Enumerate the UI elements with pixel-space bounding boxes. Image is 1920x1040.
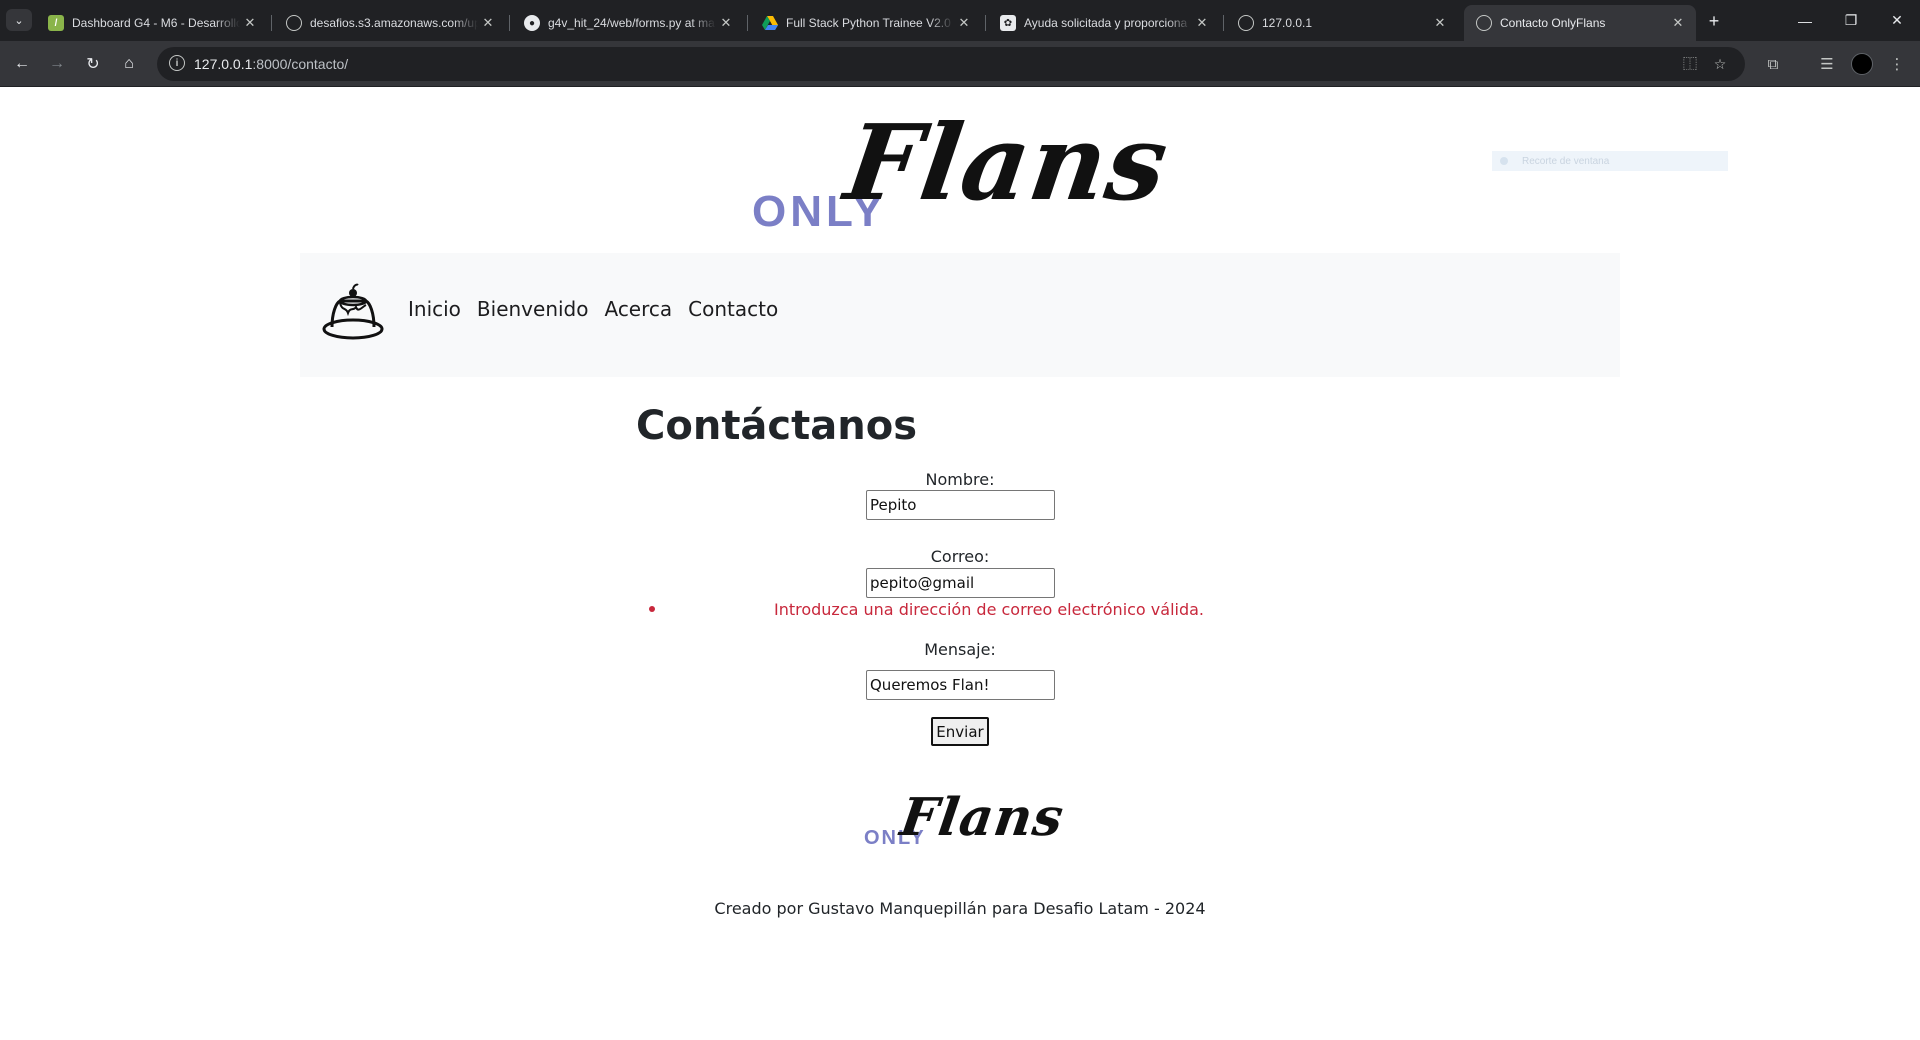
tab-separator bbox=[509, 15, 510, 31]
close-icon[interactable]: ✕ bbox=[716, 15, 736, 31]
tab-title: 127.0.0.1 bbox=[1262, 16, 1313, 30]
nav-link-bienvenido[interactable]: Bienvenido bbox=[477, 289, 589, 329]
tab-title: Dashboard G4 - M6 - Desarrollo bbox=[72, 16, 240, 30]
logo-flans-text: Flans bbox=[838, 101, 1176, 224]
browser-tab[interactable]: Full Stack Python Trainee V2.0 ( ✕ bbox=[750, 5, 982, 41]
email-label: Correo: bbox=[930, 547, 990, 566]
snip-label: Recorte de ventana bbox=[1522, 155, 1610, 167]
forward-arrow-icon[interactable]: → bbox=[43, 50, 71, 78]
green-slash-icon: / bbox=[48, 15, 64, 31]
tab-title: Ayuda solicitada y proporciona bbox=[1024, 16, 1188, 30]
tab-title: desafios.s3.amazonaws.com/up bbox=[310, 16, 478, 30]
page-title: Contáctanos bbox=[636, 403, 918, 449]
close-icon[interactable]: ✕ bbox=[1192, 15, 1212, 31]
tab-search-button[interactable]: ⌄ bbox=[6, 9, 32, 31]
close-icon[interactable]: ✕ bbox=[478, 15, 498, 31]
browser-tab-active[interactable]: Contacto OnlyFlans ✕ bbox=[1464, 5, 1696, 41]
footer-credits: Creado por Gustavo Manquepillán para Des… bbox=[714, 899, 1206, 918]
browser-toolbar: ← → ↻ ⌂ i 127.0.0.1:8000/contacto/ ⿰ ☆ ⧉… bbox=[0, 41, 1920, 87]
menu-kebab-icon[interactable]: ⋮ bbox=[1886, 53, 1908, 75]
error-bullet-icon bbox=[649, 606, 655, 612]
tab-title: Full Stack Python Trainee V2.0 ( bbox=[786, 16, 954, 30]
back-arrow-icon[interactable]: ← bbox=[8, 50, 36, 78]
url-path: :8000/contacto/ bbox=[252, 56, 349, 72]
tab-separator bbox=[985, 15, 986, 31]
nav-link-contacto[interactable]: Contacto bbox=[688, 289, 778, 329]
close-icon[interactable]: ✕ bbox=[240, 15, 260, 31]
browser-tab[interactable]: desafios.s3.amazonaws.com/up ✕ bbox=[274, 5, 506, 41]
name-input[interactable] bbox=[866, 490, 1055, 520]
site-navbar: Inicio Bienvenido Acerca Contacto bbox=[300, 253, 1620, 377]
site-logo[interactable]: ONLY Flans bbox=[752, 101, 1176, 236]
github-icon: ● bbox=[524, 15, 540, 31]
window-snip-overlay: Recorte de ventana bbox=[1492, 151, 1728, 171]
browser-tab[interactable]: ✿ Ayuda solicitada y proporciona ✕ bbox=[988, 5, 1220, 41]
extensions-puzzle-icon[interactable]: ⧉ bbox=[1762, 53, 1784, 75]
tab-separator bbox=[1223, 15, 1224, 31]
submit-button[interactable]: Enviar bbox=[931, 717, 989, 746]
close-window-icon[interactable]: ✕ bbox=[1874, 0, 1920, 41]
url-host: 127.0.0.1 bbox=[194, 56, 253, 72]
globe-icon bbox=[1476, 15, 1492, 31]
browser-tab[interactable]: ● g4v_hit_24/web/forms.py at ma ✕ bbox=[512, 5, 744, 41]
globe-icon bbox=[1238, 15, 1254, 31]
close-icon[interactable]: ✕ bbox=[1430, 15, 1450, 31]
browser-tab[interactable]: 127.0.0.1 ✕ bbox=[1226, 5, 1458, 41]
google-drive-icon bbox=[762, 15, 778, 31]
restore-icon[interactable]: ❐ bbox=[1828, 0, 1874, 41]
flan-cake-icon[interactable] bbox=[322, 283, 384, 341]
globe-icon bbox=[286, 15, 302, 31]
reading-list-icon[interactable]: ☰ bbox=[1816, 53, 1838, 75]
tab-separator bbox=[747, 15, 748, 31]
nav-link-acerca[interactable]: Acerca bbox=[604, 289, 672, 329]
tab-title: Contacto OnlyFlans bbox=[1500, 16, 1606, 30]
web-page: ONLY Flans Recorte de ventana Inicio Bie… bbox=[0, 87, 1920, 1040]
address-bar[interactable]: i 127.0.0.1:8000/contacto/ ⿰ ☆ bbox=[157, 47, 1745, 81]
openai-icon: ✿ bbox=[1000, 15, 1016, 31]
email-error-item: Introduzca una dirección de correo elect… bbox=[649, 600, 1329, 619]
close-icon[interactable]: ✕ bbox=[1668, 15, 1688, 31]
email-error-text: Introduzca una dirección de correo elect… bbox=[773, 600, 1205, 619]
close-icon[interactable]: ✕ bbox=[954, 15, 974, 31]
site-info-icon[interactable]: i bbox=[169, 55, 185, 71]
footer-logo: ONLY Flans bbox=[864, 787, 1068, 849]
message-label: Mensaje: bbox=[924, 640, 996, 659]
tab-separator bbox=[271, 15, 272, 31]
translate-icon[interactable]: ⿰ bbox=[1681, 55, 1699, 73]
browser-tab[interactable]: / Dashboard G4 - M6 - Desarrollo ✕ bbox=[36, 5, 268, 41]
home-icon[interactable]: ⌂ bbox=[115, 50, 143, 78]
tab-title: g4v_hit_24/web/forms.py at ma bbox=[548, 16, 715, 30]
snip-icon bbox=[1500, 157, 1508, 165]
email-error-list: Introduzca una dirección de correo elect… bbox=[649, 600, 1329, 619]
nav-links: Inicio Bienvenido Acerca Contacto bbox=[408, 289, 794, 329]
browser-tab-strip: ⌄ / Dashboard G4 - M6 - Desarrollo ✕ des… bbox=[0, 0, 1920, 41]
message-input[interactable] bbox=[866, 670, 1055, 700]
bookmark-star-icon[interactable]: ☆ bbox=[1711, 55, 1729, 73]
profile-avatar-icon[interactable] bbox=[1851, 53, 1873, 75]
name-label: Nombre: bbox=[925, 470, 995, 489]
reload-icon[interactable]: ↻ bbox=[79, 50, 107, 78]
nav-link-inicio[interactable]: Inicio bbox=[408, 289, 461, 329]
url-text[interactable]: 127.0.0.1:8000/contacto/ bbox=[194, 56, 348, 72]
footer-logo-flans-text: Flans bbox=[896, 787, 1068, 848]
minimize-icon[interactable]: — bbox=[1782, 0, 1828, 41]
new-tab-plus-icon[interactable]: + bbox=[1702, 9, 1726, 33]
email-input[interactable] bbox=[866, 568, 1055, 598]
